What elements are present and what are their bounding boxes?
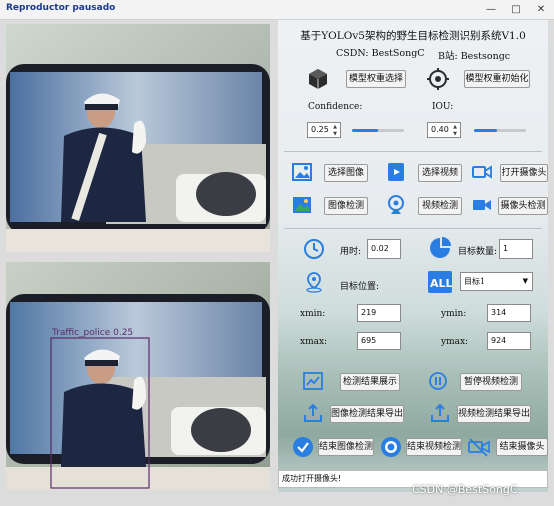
line-chart-icon (303, 372, 323, 390)
confidence-slider[interactable] (352, 129, 404, 132)
spin-arrows-icon[interactable]: ▲ ▼ (451, 124, 459, 138)
window-titlebar: Reproductor pausado — □ ✕ (0, 0, 554, 20)
confidence-label: Confidence: (308, 102, 363, 112)
stop-circle-icon (381, 437, 401, 457)
watermark: CSDN @BestSongC (412, 483, 518, 496)
result-image: Traffic_police 0.25 (6, 262, 270, 490)
target-icon (427, 68, 449, 90)
all-icon: ALL (428, 271, 452, 293)
ymin-field: 314 (487, 304, 531, 322)
xmin-field: 219 (357, 304, 401, 322)
location-pin-icon (306, 272, 322, 293)
time-field: 0.02 (367, 239, 401, 259)
end-camera-button[interactable]: 结束摄像头 (496, 438, 548, 456)
close-button[interactable]: ✕ (530, 2, 552, 18)
target-select-value: 目标1 (464, 277, 486, 286)
iou-spinbox[interactable]: 0.40 ▲ ▼ (427, 122, 461, 138)
image-detect-button[interactable]: 图像检测 (324, 197, 368, 215)
select-video-button[interactable]: 选择视频 (418, 164, 462, 182)
end-image-button[interactable]: 结束图像检测 (318, 438, 374, 456)
confidence-spinbox[interactable]: 0.25 ▲ ▼ (307, 122, 341, 138)
camera-icon (472, 165, 492, 179)
confidence-value: 0.25 (311, 125, 329, 134)
result-image-panel: Traffic_police 0.25 (6, 262, 270, 490)
ymax-field: 924 (487, 332, 531, 350)
divider (284, 363, 542, 364)
open-camera-button[interactable]: 打开摄像头 (500, 164, 548, 182)
count-label: 目标数量: (458, 247, 498, 257)
select-image-button[interactable]: 选择图像 (324, 164, 368, 182)
export-video-button[interactable]: 视频检测结果导出 (457, 405, 531, 423)
pause-icon (429, 372, 447, 390)
confidence-slider-fill (352, 129, 378, 132)
upload-icon (431, 403, 449, 422)
cube-icon (309, 69, 327, 89)
target-select[interactable]: 目标1 ▼ (460, 272, 533, 291)
image-icon (292, 163, 312, 181)
video-detect-button[interactable]: 视频检测 (418, 197, 462, 215)
xmax-label: xmax: (300, 337, 328, 347)
original-image-panel (6, 24, 270, 252)
video-file-icon (388, 163, 404, 181)
check-circle-icon (293, 437, 313, 457)
video-camera-icon (473, 200, 491, 210)
model-init-button[interactable]: 模型权重初始化 (464, 70, 530, 88)
iou-label: IOU: (432, 102, 454, 112)
pie-chart-icon (430, 237, 451, 258)
xmin-label: xmin: (300, 309, 326, 319)
svg-text:ALL: ALL (430, 277, 452, 290)
divider (284, 228, 542, 229)
iou-value: 0.40 (431, 125, 449, 134)
maximize-button[interactable]: □ (505, 2, 527, 18)
iou-slider-fill (474, 129, 498, 132)
pause-video-button[interactable]: 暂停视频检测 (460, 373, 522, 391)
show-results-button[interactable]: 检测结果展示 (340, 373, 400, 391)
iou-slider[interactable] (474, 129, 526, 132)
detection-label: Traffic_police 0.25 (51, 328, 133, 338)
export-image-button[interactable]: 图像检测结果导出 (330, 405, 404, 423)
ymax-label: ymax: (441, 337, 469, 347)
upload-icon (304, 403, 322, 422)
clock-icon (304, 239, 324, 259)
end-video-button[interactable]: 结束视频检测 (406, 438, 462, 456)
app-title: 基于YOLOv5架构的野生目标检测识别系统V1.0 (300, 30, 526, 42)
camera-off-icon (468, 438, 490, 457)
bsite-label: B站: Bestsongc (438, 51, 511, 62)
webcam-icon (388, 195, 404, 214)
divider (284, 151, 542, 152)
model-select-button[interactable]: 模型权重选择 (346, 70, 406, 88)
count-field: 1 (499, 239, 533, 259)
image-detect-icon (293, 197, 311, 213)
csdn-label: CSDN: BestSongC (336, 48, 425, 59)
time-label: 用时: (340, 247, 362, 257)
spin-arrows-icon[interactable]: ▲ ▼ (331, 124, 339, 138)
original-image (6, 24, 270, 252)
camera-detect-button[interactable]: 摄像头检测 (498, 197, 548, 215)
window-title: Reproductor pausado (6, 3, 116, 13)
chevron-down-icon[interactable]: ▼ (523, 273, 528, 290)
xmax-field: 695 (357, 332, 401, 350)
minimize-button[interactable]: — (480, 2, 502, 18)
ymin-label: ymin: (441, 309, 467, 319)
position-label: 目标位置: (340, 282, 380, 292)
